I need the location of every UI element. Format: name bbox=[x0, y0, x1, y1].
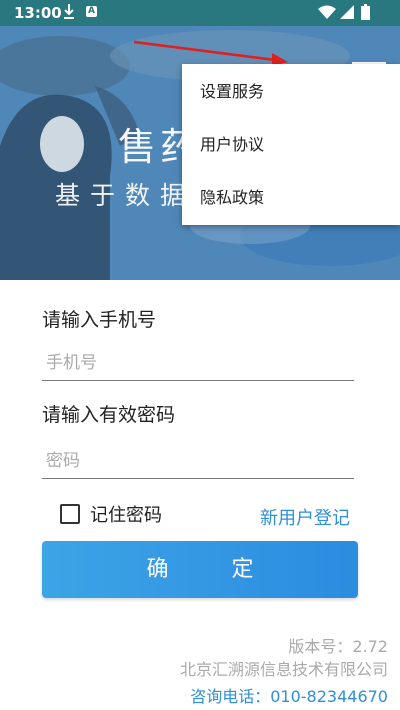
status-bar: 13:00 A bbox=[0, 0, 400, 26]
password-input[interactable] bbox=[42, 443, 354, 479]
remember-password[interactable]: 记住密码 bbox=[60, 501, 162, 527]
phone-input[interactable] bbox=[42, 345, 354, 381]
register-link[interactable]: 新用户登记 bbox=[260, 504, 350, 530]
menu-item-user-agreement[interactable]: 用户协议 bbox=[182, 119, 400, 171]
remember-checkbox[interactable] bbox=[60, 504, 80, 524]
banner-subtitle: 基于数据 bbox=[55, 181, 196, 210]
app-notification-icon: A bbox=[86, 6, 97, 17]
phone-label: 请输入手机号 bbox=[42, 309, 157, 331]
download-icon bbox=[64, 4, 74, 19]
menu-item-settings[interactable]: 设置服务 bbox=[182, 66, 400, 118]
cell-signal-icon bbox=[340, 5, 354, 19]
status-time: 13:00 bbox=[14, 4, 62, 22]
wifi-icon bbox=[318, 5, 336, 19]
company-name: 北京汇溯源信息技术有限公司 bbox=[179, 660, 388, 679]
version-text: 版本号：2.72 bbox=[288, 637, 388, 656]
menu-item-privacy-policy[interactable]: 隐私政策 bbox=[182, 172, 400, 224]
hotline-link[interactable]: 咨询电话：010-82344670 bbox=[190, 683, 388, 707]
battery-icon bbox=[361, 4, 370, 20]
remember-label: 记住密码 bbox=[90, 505, 162, 526]
overflow-menu: 设置服务 用户协议 隐私政策 bbox=[182, 64, 400, 225]
password-label: 请输入有效密码 bbox=[42, 404, 176, 426]
confirm-button[interactable]: 确 定 bbox=[42, 541, 358, 598]
